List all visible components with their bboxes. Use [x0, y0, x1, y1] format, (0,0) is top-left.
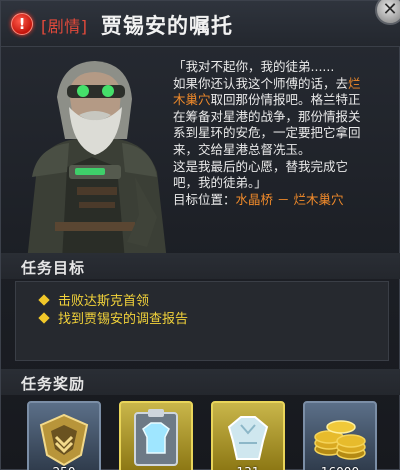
reward-quantity: 131 — [213, 465, 283, 470]
rewards-title: 任务奖励 — [21, 375, 86, 393]
dialogue-text: 「我对不起你，我的徒弟...... 如果你还认我这个师傅的话，去烂 木巢穴取回那… — [173, 59, 397, 208]
objectives-title: 任务目标 — [21, 259, 86, 277]
dialogue-line: 木巢穴取回那份情报吧。格兰特正 — [173, 92, 361, 108]
quest-type-tag: [剧情] — [41, 17, 88, 36]
dialogue-line: 在筹备对星港的战争，那份情报关 — [173, 108, 361, 124]
quest-title: 贾锡安的嘱托 — [101, 14, 233, 38]
diamond-bullet-icon — [38, 294, 50, 306]
target-location[interactable]: 水晶桥 － 烂木巢穴 — [236, 192, 344, 207]
armor-blueprint-icon — [134, 409, 178, 466]
dialogue-line: 系到星环的安危，一定要把它拿回 — [173, 125, 361, 141]
rewards-header: 任务奖励 — [1, 369, 400, 395]
rewards-list: 250 131 — [15, 401, 389, 470]
reward-quantity: 16000 — [305, 465, 375, 470]
dialogue-line: 吧，我的徒弟。」 — [173, 175, 267, 191]
crystal-armor-icon — [227, 416, 269, 460]
location-highlight: 烂 — [348, 75, 361, 91]
reward-item[interactable]: 131 — [211, 401, 285, 470]
quest-panel: ! [剧情] 贾锡安的嘱托 ✕ 「我对不起你，我的徒弟...... 如果你还认我… — [0, 0, 400, 470]
dialogue-line: 「我对不起你，我的徒弟...... — [173, 59, 335, 74]
dialogue-line: 这是我最后的心愿，替我完成它 — [173, 158, 349, 174]
target-label: 目标位置： — [173, 191, 236, 207]
objective-item: 找到贾锡安的调查报告 — [38, 308, 188, 327]
target-location-line: 目标位置：水晶桥 － 烂木巢穴 — [173, 192, 397, 209]
reward-item[interactable]: 250 — [27, 401, 101, 470]
rank-badge-icon — [39, 413, 89, 467]
gold-coins-icon — [314, 420, 366, 460]
diamond-bullet-icon — [38, 312, 50, 324]
objectives-header: 任务目标 — [1, 253, 400, 279]
old-soldier-portrait-icon — [27, 61, 167, 261]
dialogue-line: 来，交给星港总督冼玉。 — [173, 141, 311, 157]
reward-quantity: 250 — [29, 465, 99, 470]
character-portrait — [7, 47, 177, 261]
quest-header: ! [剧情] 贾锡安的嘱托 — [1, 1, 400, 47]
reward-item[interactable]: 16000 — [303, 401, 377, 470]
objectives-list: 击败达斯克首领 找到贾锡安的调查报告 — [15, 281, 389, 361]
dialogue-line: 如果你还认我这个师傅的话，去烂 — [173, 75, 361, 91]
location-highlight: 木巢穴 — [173, 92, 211, 108]
objective-item: 击败达斯克首领 — [38, 290, 149, 309]
alert-icon: ! — [11, 13, 33, 35]
reward-item[interactable] — [119, 401, 193, 470]
